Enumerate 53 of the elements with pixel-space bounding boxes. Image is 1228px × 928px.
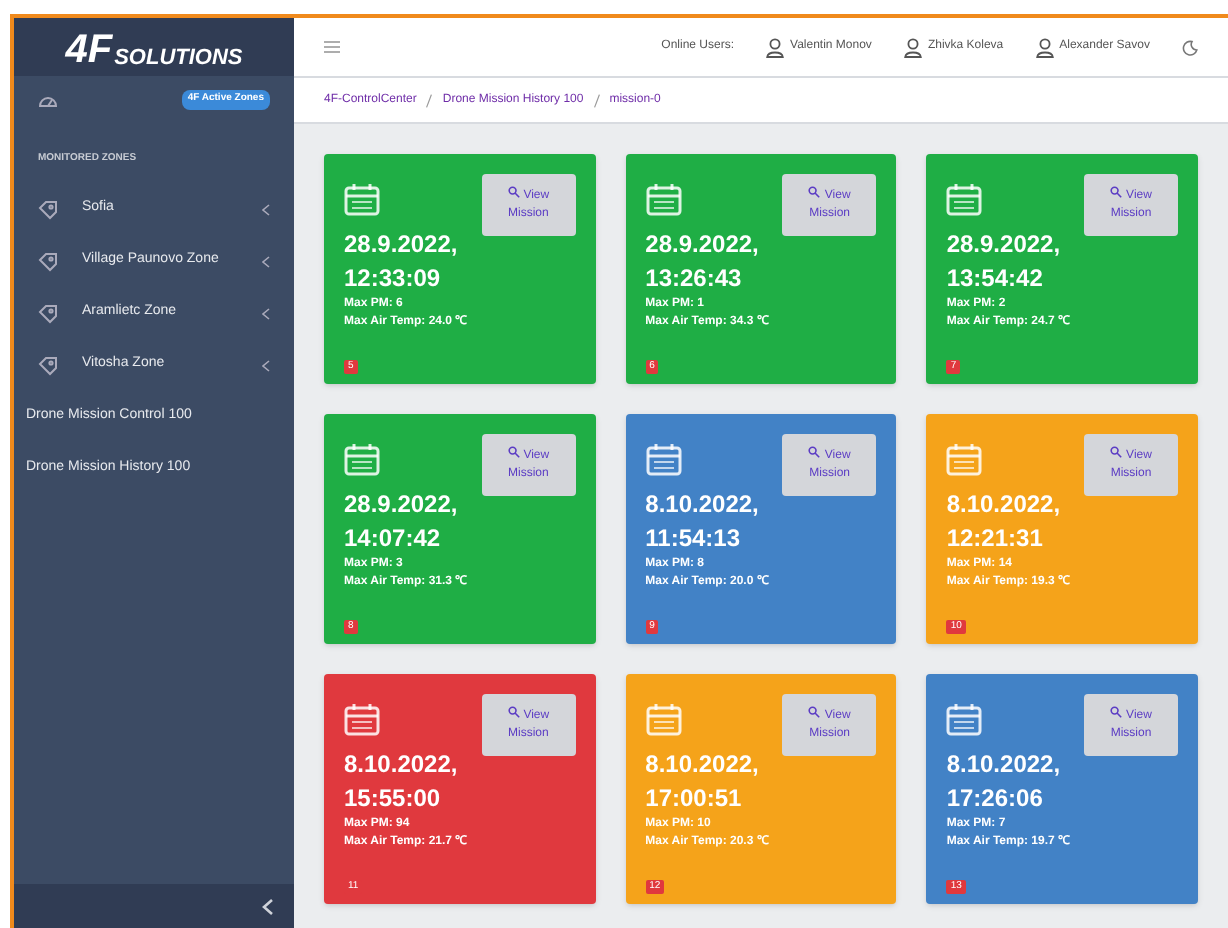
mission-date: 8.10.2022,	[645, 748, 761, 782]
mission-date: 28.9.2022,	[344, 488, 460, 522]
mission-date: 28.9.2022,	[344, 228, 460, 262]
search-icon	[1110, 446, 1123, 458]
search-icon	[808, 706, 821, 718]
user-icon	[1035, 37, 1054, 57]
calendar-icon	[946, 442, 983, 476]
search-icon	[1110, 706, 1123, 718]
mission-time: 13:26:43	[645, 262, 744, 296]
mission-time: 15:55:00	[344, 782, 443, 816]
moon-icon[interactable]	[1182, 39, 1198, 55]
collapse-icon[interactable]	[262, 897, 274, 915]
chevron-icon	[262, 255, 270, 267]
search-icon	[507, 186, 520, 198]
user-icon	[903, 37, 922, 57]
mission-date: 8.10.2022,	[645, 488, 761, 522]
calendar-icon	[645, 702, 682, 736]
tag-icon	[38, 355, 58, 375]
tag-icon	[38, 303, 58, 323]
calendar-icon	[344, 182, 380, 216]
mission-time: 17:26:06	[946, 782, 1045, 816]
tag-icon	[38, 251, 58, 271]
slash-icon	[426, 93, 433, 107]
mission-time: 14:07:42	[344, 522, 443, 556]
user-icon	[766, 37, 785, 57]
logo: 4FSOLUTIONS	[14, 18, 294, 76]
mission-time: 17:00:51	[645, 782, 744, 816]
calendar-icon	[645, 442, 682, 476]
calendar-icon	[645, 182, 682, 216]
chevron-icon	[262, 203, 270, 215]
gauge-icon	[38, 92, 58, 108]
tag-icon	[38, 199, 58, 219]
search-icon	[1110, 186, 1123, 198]
calendar-icon	[946, 182, 983, 216]
search-icon	[507, 446, 520, 458]
chevron-icon	[262, 307, 270, 319]
calendar-icon	[344, 702, 380, 736]
mission-date: 28.9.2022,	[645, 228, 761, 262]
mission-date: 28.9.2022,	[946, 228, 1063, 262]
mission-time: 11:54:13	[645, 522, 743, 556]
chevron-icon	[262, 359, 270, 371]
calendar-icon	[946, 702, 983, 736]
mission-date: 8.10.2022,	[946, 488, 1063, 522]
slash-icon	[593, 93, 600, 107]
mission-time: 13:54:42	[946, 262, 1045, 296]
mission-date: 8.10.2022,	[344, 748, 460, 782]
mission-date: 8.10.2022,	[946, 748, 1063, 782]
search-icon	[507, 706, 520, 718]
search-icon	[808, 186, 821, 198]
search-icon	[808, 446, 821, 458]
calendar-icon	[344, 442, 380, 476]
mission-time: 12:21:31	[946, 522, 1045, 556]
mission-time: 12:33:09	[344, 262, 443, 296]
